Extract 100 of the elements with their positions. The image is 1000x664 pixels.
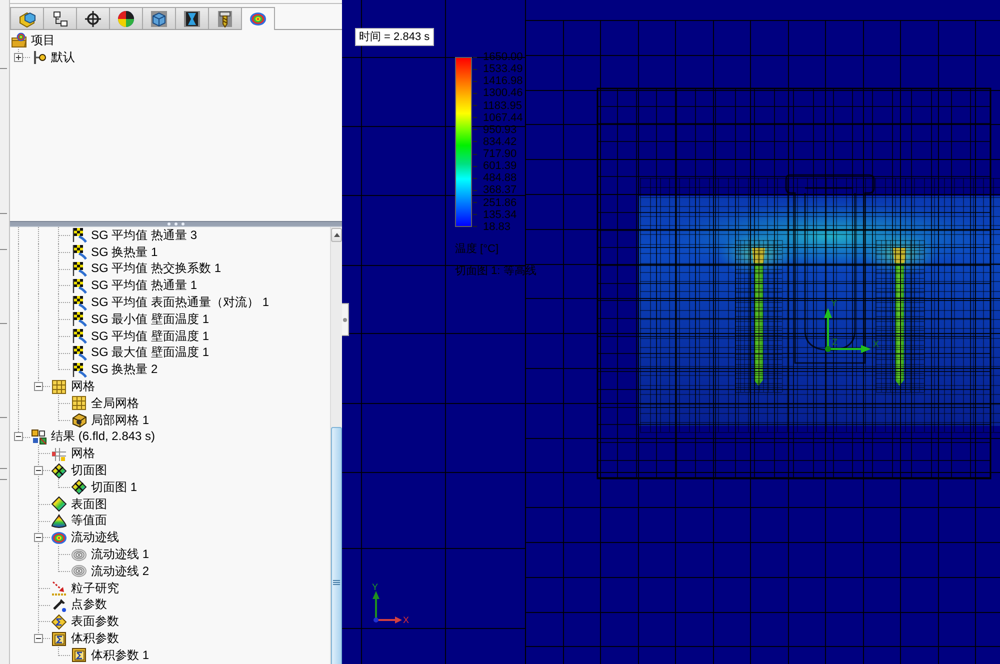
colored-blocks-icon [31,428,47,445]
tree-item[interactable]: SG 换热量 1 [91,244,158,260]
grid-icon [51,446,67,462]
diamond-icon [51,496,67,512]
sigma-diamond-icon [51,614,67,630]
cube-icon [71,412,87,428]
rings-icon [249,10,267,28]
legend-value: 601.39 [483,160,517,172]
tree-expander[interactable] [34,382,43,392]
checkered-flag-icon [71,294,87,311]
tree-item[interactable]: SG 平均值 壁面温度 1 [91,328,210,344]
legend-value: 484.88 [483,172,517,184]
checkered-flag-icon [71,244,87,260]
grid-icon [51,378,67,395]
grip-icon [167,222,185,226]
x-axis-arrow [376,616,402,624]
origin-dot-icon [374,618,378,622]
tree-expander[interactable] [34,533,43,542]
cone-icon [51,512,67,529]
legend-value: 1533.49 [483,63,523,76]
tree-item[interactable]: SG 最大值 壁面温度 1 [91,345,210,360]
tree-item[interactable]: SG 最小值 壁面温度 1 [91,312,210,327]
tree-item[interactable]: 项目 [31,32,55,48]
tree-item[interactable]: 粒子研究 [71,580,119,596]
legend-value: 18.83 [483,220,511,233]
axis-label: Y [372,582,378,592]
tree-expander[interactable] [14,432,23,442]
rings-icon [51,530,67,546]
tree-item[interactable]: 体积参数 1 [91,648,150,663]
legend-title: 温度 [°C] [455,242,500,256]
sigma-box-icon [71,647,87,664]
time-label: 时间 = 2.843 s [355,28,434,46]
rings-icon [71,546,87,563]
dashed-arrow-icon [51,580,67,596]
panel-collapse-handle[interactable] [342,303,349,336]
tree-item[interactable]: 流动迹线 1 [91,547,150,562]
tree-item[interactable]: 表面图 [71,496,107,512]
legend-value: 834.42 [483,136,517,148]
connector-dot-icon [31,49,47,66]
tree-item[interactable]: 网格 [71,446,95,462]
panel-tab[interactable] [76,7,110,29]
tree-item[interactable]: 点参数 [71,597,107,612]
box-icon [150,10,168,28]
vertical-scrollbar[interactable] [330,227,342,664]
caret-up-icon [334,233,340,237]
legend-value: 1416.98 [483,75,523,88]
scroll-up-button[interactable] [331,228,342,242]
tree-item[interactable]: SG 平均值 表面热通量（对流） 1 [91,295,270,310]
axis-label: X [403,615,410,625]
grid-icon [71,395,87,412]
checkered-flag-icon [71,278,87,294]
tree-item[interactable]: SG 换热量 2 [91,362,158,378]
tree-item[interactable]: 切面图 1 [91,480,138,495]
legend-value: 368.37 [483,184,517,196]
crossed-diamond-icon [71,479,87,496]
pipette-icon [51,596,67,613]
tree-item[interactable]: 等值面 [71,513,107,528]
tree-item[interactable]: 网格 [71,379,95,394]
panel-tab[interactable] [109,7,143,29]
hourglass-icon [183,10,201,28]
tree-item[interactable]: SG 平均值 热通量 1 [91,278,198,294]
axis-label: X [873,339,880,349]
crossed-diamond-icon [51,462,67,479]
tree-expander[interactable] [34,466,43,476]
panel-tab[interactable] [43,7,77,29]
scrollbar-thumb[interactable] [331,427,342,664]
sigma-box-icon [51,630,67,647]
folder-icon [11,32,27,48]
tree-item[interactable]: 默认 [51,50,75,65]
panel-tab[interactable] [175,7,209,29]
checkered-flag-icon [71,227,87,244]
panel-tab[interactable] [10,7,44,29]
tree-item[interactable]: 切面图 [71,463,107,478]
x-axis-arrow [828,345,871,353]
checkered-flag-icon [71,328,87,344]
tree-item[interactable]: SG 平均值 热交换系数 1 [91,261,222,276]
crosshair-icon [84,10,102,28]
rings-icon [71,563,87,580]
tree-item[interactable]: 流动迹线 [71,530,119,546]
legend-value: 717.90 [483,148,517,160]
checkered-flag-icon [71,362,87,378]
origin-dot-icon [825,346,831,352]
tree-item[interactable]: 全局网格 [91,396,139,411]
tree-item[interactable]: 流动迹线 2 [91,564,150,579]
tree-item[interactable]: SG 平均值 热通量 3 [91,228,198,243]
tree-item[interactable]: 表面参数 [71,614,119,630]
tree-expander[interactable] [14,52,23,62]
panel-tab[interactable] [142,7,176,29]
tree-item[interactable]: 体积参数 [71,631,119,646]
legend-value: 1067.44 [483,112,523,124]
tree-item[interactable]: 局部网格 1 [91,412,150,428]
checkered-flag-icon [71,311,87,328]
tree-expander[interactable] [34,634,43,644]
tree-item[interactable]: 结果 (6.fld, 2.843 s) [51,429,156,444]
checkered-flag-icon [71,344,87,361]
tree-diagram-icon [51,10,69,28]
legend-value: 1300.46 [483,87,523,100]
legend-value: 135.34 [483,208,517,221]
panel-tab[interactable] [208,7,242,29]
grip-icon [333,580,340,586]
